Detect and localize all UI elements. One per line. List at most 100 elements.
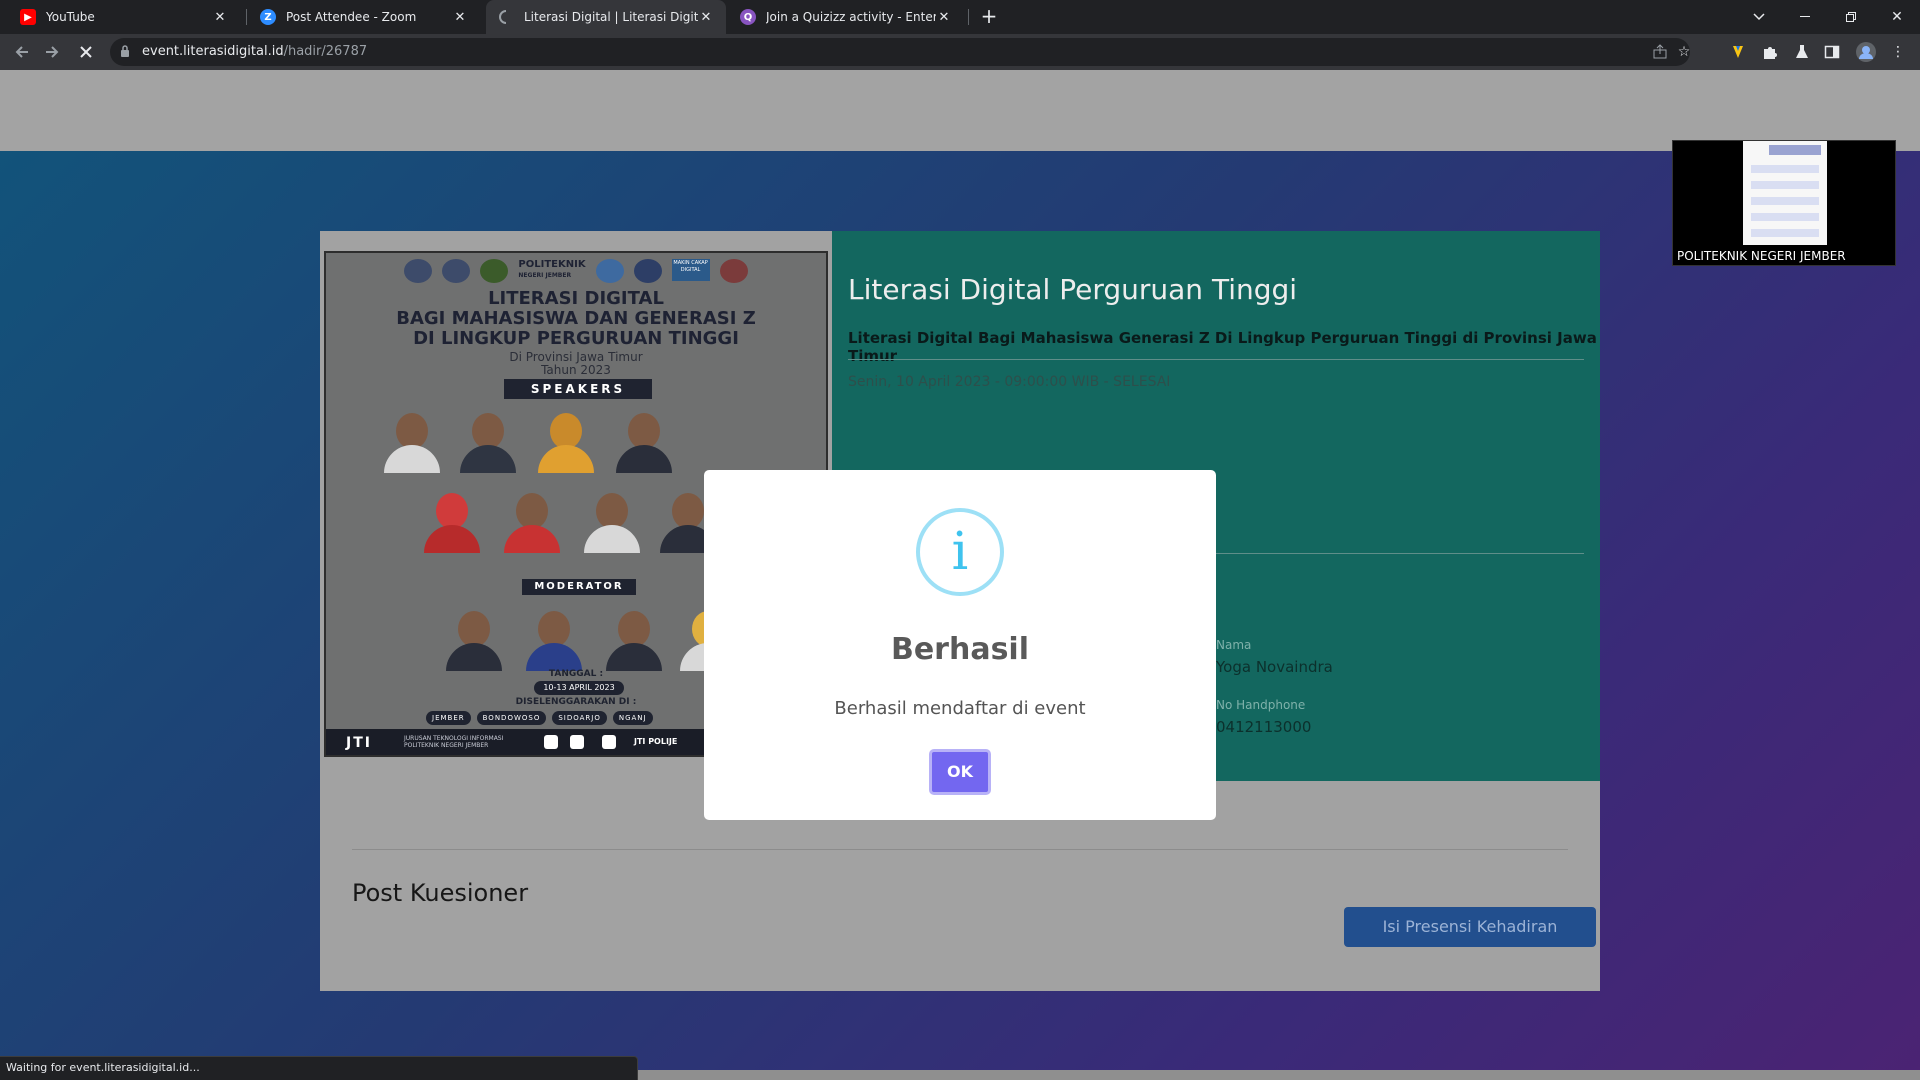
quizizz-icon: Q [740, 9, 756, 25]
new-tab-button[interactable]: + [976, 4, 1002, 30]
tab-title: YouTube [46, 10, 95, 24]
close-tab-icon[interactable]: ✕ [698, 10, 714, 25]
url-domain: event.literasidigital.id [142, 44, 284, 59]
speaker-photo [500, 483, 564, 553]
phone-value: 0412113000 [1216, 718, 1312, 736]
poster-title-line: LITERASI DIGITAL [488, 288, 664, 309]
browser-toolbar: event.literasidigital.id/hadir/26787 ☆ ⋮ [0, 34, 1920, 70]
tab-separator [968, 9, 969, 25]
facebook-icon [544, 735, 558, 749]
close-icon [80, 46, 92, 58]
jti-subtitle-line: JURUSAN TEKNOLOGI INFORMASI [404, 735, 504, 742]
tab-youtube[interactable]: ▶ YouTube ✕ [8, 0, 240, 34]
browser-tab-strip: ▶ YouTube ✕ Z Post Attendee - Zoom ✕ Lit… [0, 0, 1920, 34]
instagram-icon [570, 735, 584, 749]
post-kuesioner-heading: Post Kuesioner [352, 879, 529, 907]
bookmark-star-icon[interactable]: ☆ [1674, 42, 1694, 62]
extension-icon[interactable] [1728, 42, 1748, 62]
close-tab-icon[interactable]: ✕ [936, 10, 952, 25]
tab-zoom[interactable]: Z Post Attendee - Zoom ✕ [248, 0, 480, 34]
zoom-icon: Z [260, 9, 276, 25]
moderator-photo [522, 601, 586, 671]
profile-avatar[interactable] [1856, 42, 1876, 62]
speaker-photo [456, 403, 520, 473]
loading-spinner-icon [498, 9, 514, 25]
moderator-photo [442, 601, 506, 671]
youtube-icon [602, 735, 616, 749]
tab-literasi-digital[interactable]: Literasi Digital | Literasi Digital Pe ✕ [486, 0, 726, 34]
close-tab-icon[interactable]: ✕ [212, 10, 228, 25]
lock-icon [121, 45, 129, 57]
poster-city: JEMBER [426, 711, 471, 725]
share-icon[interactable] [1650, 42, 1670, 62]
poster-institution: POLITEKNIK NEGERI JEMBER [518, 259, 585, 289]
forward-button[interactable] [40, 40, 64, 64]
back-button[interactable] [10, 40, 34, 64]
close-tab-icon[interactable]: ✕ [452, 10, 468, 25]
poster-cities: JEMBER BONDOWOSO SIDOARJO NGANJ [426, 711, 653, 725]
logo-icon [595, 259, 624, 283]
more-menu-icon[interactable]: ⋮ [1888, 42, 1908, 62]
tab-separator [246, 9, 247, 25]
url-text: event.literasidigital.id/hadir/26787 [142, 44, 367, 59]
modal-title: Berhasil [890, 632, 1030, 667]
youtube-icon: ▶ [20, 9, 36, 25]
side-panel-icon[interactable] [1822, 42, 1842, 62]
poster-title-line: BAGI MAHASISWA DAN GENERASI Z [396, 308, 756, 329]
event-date: Senin, 10 April 2023 - 09:00:00 WIB - SE… [848, 374, 1171, 390]
poster-logos: POLITEKNIK NEGERI JEMBER MAKIN CAKAP DIG… [326, 253, 826, 289]
puzzle-icon[interactable] [1760, 42, 1780, 62]
tab-title: Join a Quizizz activity - Enter cod [766, 10, 936, 24]
poster-badge: MAKIN CAKAP DIGITAL [671, 259, 710, 281]
phone-label: No Handphone [1216, 698, 1306, 712]
shared-screen-preview [1743, 141, 1827, 245]
tab-quizizz[interactable]: Q Join a Quizizz activity - Enter cod ✕ [728, 0, 964, 34]
speaker-photo [534, 403, 598, 473]
success-modal: i Berhasil Berhasil mendaftar di event O… [704, 470, 1216, 820]
browser-status-bar: Waiting for event.literasidigital.id... [0, 1056, 638, 1080]
section-divider [352, 849, 1568, 850]
poster-title-line: DI LINGKUP PERGURUAN TINGGI [413, 328, 739, 349]
jti-logo: JTI [346, 735, 372, 751]
divider [848, 359, 1584, 360]
speaker-photo [420, 483, 484, 553]
tab-title: Post Attendee - Zoom [286, 10, 417, 24]
poster-city: NGANJ [612, 711, 653, 725]
url-path: /hadir/26787 [283, 44, 368, 59]
zoom-video-thumbnail[interactable]: POLITEKNIK NEGERI JEMBER [1672, 140, 1896, 266]
restore-button[interactable] [1828, 0, 1874, 34]
poster-subtitle-line: Tahun 2023 [541, 363, 611, 377]
poster-date-value: 10-13 APRIL 2023 [534, 681, 624, 695]
logo-icon [480, 259, 509, 283]
nama-label: Nama [1216, 638, 1252, 652]
isi-presensi-button[interactable]: Isi Presensi Kehadiran [1344, 907, 1596, 947]
logo-icon [442, 259, 471, 283]
speaker-photo [580, 483, 644, 553]
stop-loading-button[interactable] [74, 40, 98, 64]
nama-value: Yoga Novaindra [1216, 658, 1333, 676]
tab-search-button[interactable] [1736, 0, 1782, 34]
arrow-right-icon [46, 46, 59, 58]
page-bottom-edge [638, 1070, 1920, 1080]
tab-title: Literasi Digital | Literasi Digital Pe [524, 10, 698, 24]
jti-subtitle: JURUSAN TEKNOLOGI INFORMASI POLITEKNIK N… [404, 735, 503, 749]
chevron-down-icon [1753, 13, 1765, 21]
jti-handle: JTI POLIJE [634, 737, 678, 746]
event-title: Literasi Digital Perguruan Tinggi [848, 273, 1298, 306]
site-header [0, 70, 1920, 151]
moderator-photo [602, 601, 666, 671]
poster-city: SIDOARJO [552, 711, 607, 725]
close-window-button[interactable]: ✕ [1874, 0, 1920, 34]
address-bar[interactable]: event.literasidigital.id/hadir/26787 ☆ [110, 38, 1690, 66]
info-icon: i [916, 508, 1004, 596]
poster-moderator-label: MODERATOR [522, 579, 636, 595]
minimize-button[interactable] [1782, 0, 1828, 34]
flask-icon[interactable] [1792, 42, 1812, 62]
poster-city: BONDOWOSO [476, 711, 547, 725]
speaker-photo [380, 403, 444, 473]
jti-subtitle-line: POLITEKNIK NEGERI JEMBER [404, 742, 489, 749]
speaker-photo [612, 403, 676, 473]
poster-title: LITERASI DIGITAL BAGI MAHASISWA DAN GENE… [326, 289, 826, 349]
ok-button[interactable]: OK [929, 749, 991, 795]
logo-icon [719, 259, 748, 283]
